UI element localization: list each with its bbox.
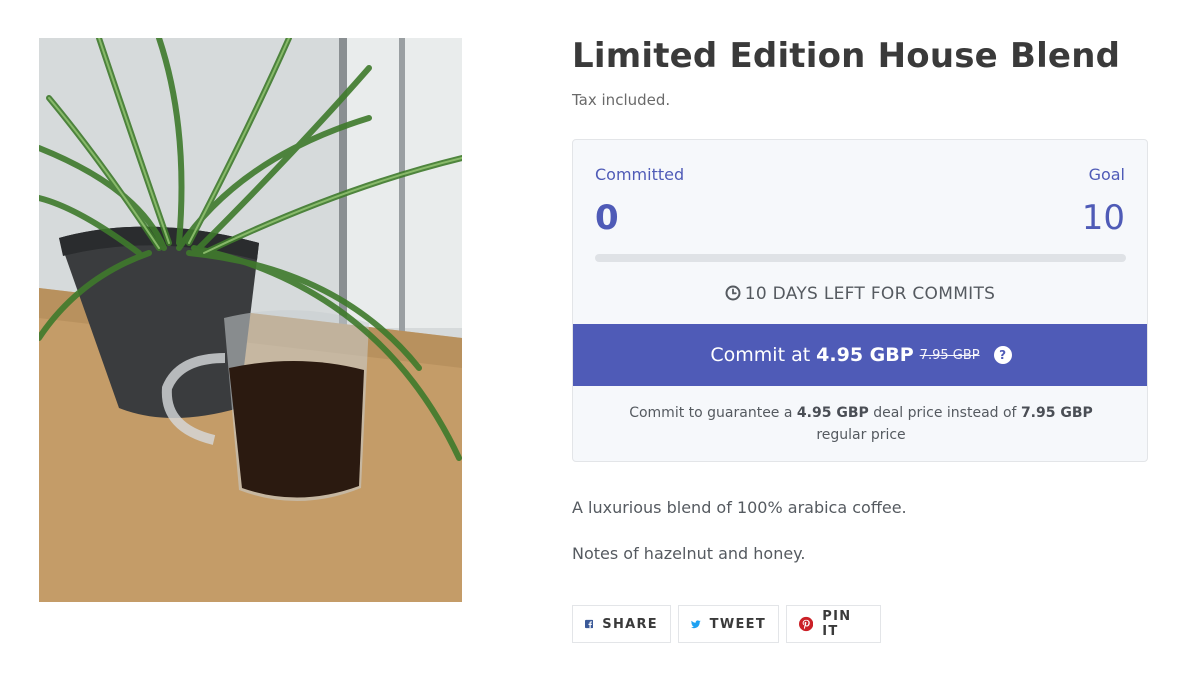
- note-text-3: regular price: [816, 427, 906, 443]
- share-pinterest-label: PIN IT: [822, 609, 852, 639]
- commit-button-old-price: 7.95 GBP: [919, 347, 980, 363]
- commit-progress-bar: [595, 254, 1126, 262]
- description-line-2: Notes of hazelnut and honey.: [572, 544, 806, 563]
- product-title: Limited Edition House Blend: [572, 36, 1121, 76]
- commit-button-price: 4.95 GBP: [816, 344, 914, 366]
- goal-count: 10: [1081, 198, 1125, 238]
- commit-note: Commit to guarantee a 4.95 GBP deal pric…: [603, 402, 1119, 446]
- note-deal-price: 4.95 GBP: [796, 405, 869, 421]
- help-icon[interactable]: ?: [993, 346, 1012, 364]
- tax-note: Tax included.: [572, 91, 671, 109]
- days-left: 10 DAYS LEFT FOR COMMITS: [573, 284, 1147, 304]
- pinterest-icon: [799, 616, 814, 632]
- note-regular-price: 7.95 GBP: [1020, 405, 1093, 421]
- product-image[interactable]: [39, 38, 462, 602]
- committed-label: Committed: [595, 165, 685, 184]
- description-line-1: A luxurious blend of 100% arabica coffee…: [572, 498, 907, 517]
- facebook-icon: [585, 619, 594, 629]
- note-text-1: Commit to guarantee a: [629, 405, 793, 421]
- commit-panel: Committed Goal 0 10 10 DAYS LEFT FOR COM…: [572, 139, 1148, 462]
- days-left-text: 10 DAYS LEFT FOR COMMITS: [744, 284, 996, 304]
- twitter-icon: [691, 620, 701, 629]
- commit-button-prefix: Commit at: [710, 344, 811, 366]
- share-facebook-label: SHARE: [602, 616, 658, 632]
- share-twitter-button[interactable]: TWEET: [678, 605, 779, 643]
- goal-label: Goal: [1088, 165, 1125, 184]
- commit-button[interactable]: Commit at 4.95 GBP 7.95 GBP ?: [573, 324, 1147, 386]
- committed-count: 0: [595, 198, 619, 238]
- note-text-2: deal price instead of: [873, 405, 1017, 421]
- share-twitter-label: TWEET: [709, 616, 766, 632]
- clock-icon: [725, 285, 741, 301]
- share-buttons: SHARE TWEET PIN IT: [572, 605, 881, 643]
- share-facebook-button[interactable]: SHARE: [572, 605, 671, 643]
- share-pinterest-button[interactable]: PIN IT: [786, 605, 881, 643]
